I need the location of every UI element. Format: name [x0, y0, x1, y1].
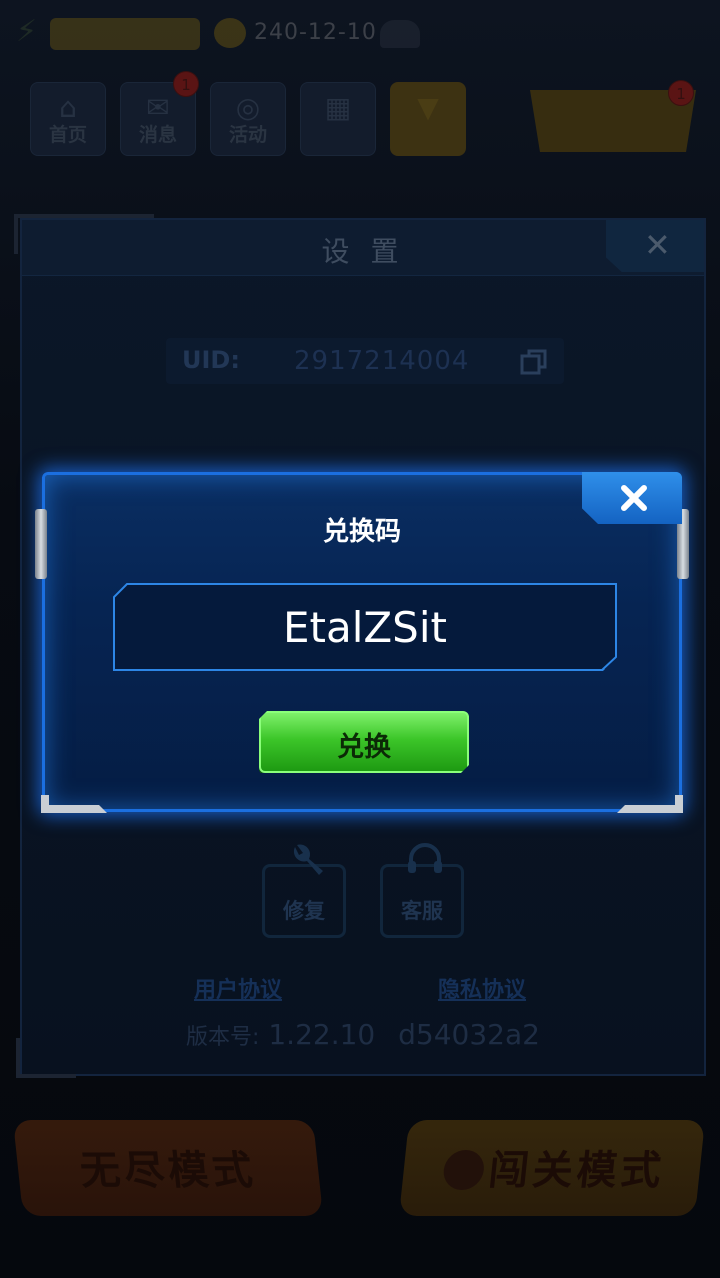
version-value: 1.22.10 — [268, 1018, 376, 1051]
uid-label: UID: — [182, 346, 240, 374]
resource-bar: ⚡ 240-12-10 — [0, 0, 720, 70]
version-label: 版本号: — [186, 1025, 260, 1050]
nav-events[interactable]: ◎ 活动 — [210, 82, 286, 156]
gold-amount: 240-12-10 — [254, 20, 377, 45]
grid-icon: ▦ — [324, 91, 352, 124]
endless-mode-button[interactable]: 无尽模式 — [12, 1120, 324, 1216]
settings-header: 设 置 ✕ — [22, 220, 704, 276]
coin-icon — [214, 18, 246, 48]
nav-home[interactable]: ⌂ 首页 — [30, 82, 106, 156]
dialog-corner-ornament — [617, 795, 683, 813]
uid-value: 2917214004 — [294, 346, 470, 376]
redeem-close-button[interactable] — [582, 472, 682, 524]
hat-icon — [380, 20, 420, 48]
support-label: 客服 — [401, 899, 443, 923]
close-icon: ✕ — [644, 226, 671, 264]
user-agreement-link[interactable]: 用户协议 — [194, 972, 282, 1004]
rank-icon: ▼ — [417, 91, 439, 124]
close-icon — [621, 485, 647, 511]
nav-events-label: 活动 — [228, 124, 267, 146]
repair-label: 修复 — [283, 899, 325, 923]
energy-bolt-icon: ⚡ — [16, 14, 38, 49]
redeem-title: 兑换码 — [322, 517, 401, 547]
settings-close-button[interactable]: ✕ — [606, 220, 704, 272]
nav-messages-label: 消息 — [138, 124, 177, 146]
copy-icon[interactable] — [520, 348, 548, 376]
wrench-icon — [293, 844, 323, 875]
nav-tasks[interactable]: ▦ — [300, 82, 376, 156]
repair-button[interactable]: 修复 — [262, 844, 346, 938]
dialog-corner-ornament — [41, 795, 107, 813]
messages-badge: 1 — [173, 71, 199, 97]
redeem-code-input[interactable] — [115, 585, 615, 669]
event-badge: 1 — [668, 80, 694, 106]
privacy-agreement-link[interactable]: 隐私协议 — [438, 972, 526, 1004]
version-info: 版本号: 1.22.10 d54032a2 — [22, 1018, 704, 1051]
stage-mode-button[interactable]: 闯关模式 — [398, 1120, 706, 1216]
redeem-button-label: 兑换 — [337, 732, 391, 763]
support-button[interactable]: 客服 — [380, 843, 464, 938]
nav-messages[interactable]: ✉ 消息 1 — [120, 71, 199, 156]
nav-rank[interactable]: ▼ — [390, 82, 466, 156]
build-hash: d54032a2 — [398, 1018, 540, 1051]
settings-title: 设 置 — [321, 235, 405, 268]
energy-bar — [50, 18, 200, 50]
redeem-dialog: 兑换码 兑换 — [35, 472, 689, 813]
stage-mode-label: 闯关模式 — [486, 1148, 668, 1194]
uid-box: UID: 2917214004 — [166, 338, 564, 384]
redeem-code-field[interactable] — [113, 583, 617, 671]
endless-mode-label: 无尽模式 — [77, 1148, 259, 1194]
nav-home-label: 首页 — [48, 124, 87, 146]
headset-icon — [408, 843, 442, 873]
redeem-button[interactable]: 兑换 — [259, 711, 469, 773]
